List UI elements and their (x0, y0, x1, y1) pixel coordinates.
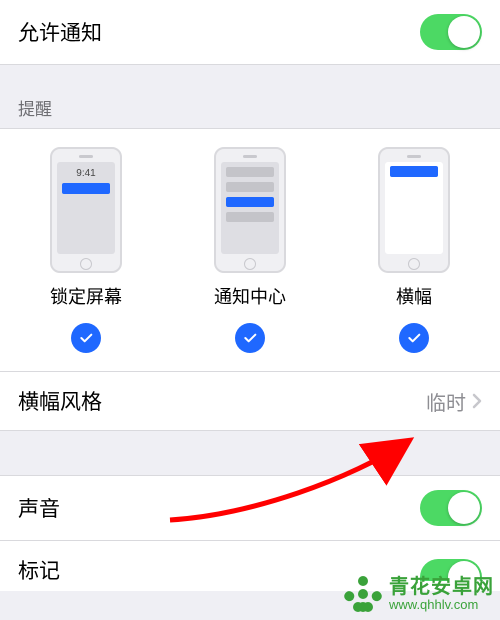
allow-notifications-label: 允许通知 (18, 17, 102, 47)
sound-label: 声音 (18, 493, 60, 523)
banner-style-value-wrap: 临时 (426, 387, 482, 416)
alert-style-lockscreen[interactable]: 9:41 锁定屏幕 (11, 147, 161, 353)
banner-preview-icon (378, 147, 450, 273)
sound-row: 声音 (0, 475, 500, 541)
checkmark-icon (71, 323, 101, 353)
sound-toggle[interactable] (420, 490, 482, 526)
toggle-knob (448, 492, 480, 524)
toggle-knob (448, 561, 480, 581)
alert-style-notification-center[interactable]: 通知中心 (175, 147, 325, 353)
banner-style-row[interactable]: 横幅风格 临时 (0, 371, 500, 431)
alerts-section-header: 提醒 (0, 65, 500, 128)
allow-notifications-toggle[interactable] (420, 14, 482, 50)
alert-style-banner[interactable]: 横幅 (339, 147, 489, 353)
alert-styles-card: 9:41 锁定屏幕 通知中心 (0, 128, 500, 372)
alert-styles-grid: 9:41 锁定屏幕 通知中心 (0, 129, 500, 371)
badge-toggle[interactable] (420, 559, 482, 581)
toggle-knob (448, 16, 480, 48)
notification-center-preview-icon (214, 147, 286, 273)
banner-style-label: 横幅风格 (18, 386, 102, 416)
lockscreen-preview-icon: 9:41 (50, 147, 122, 273)
watermark-url: www.qhhlv.com (389, 598, 494, 612)
alert-style-label: 横幅 (396, 283, 432, 309)
checkmark-icon (399, 323, 429, 353)
chevron-right-icon (472, 393, 482, 409)
badge-label: 标记 (18, 555, 60, 585)
allow-notifications-row: 允许通知 (0, 0, 500, 65)
checkmark-icon (235, 323, 265, 353)
lockscreen-time: 9:41 (76, 168, 95, 179)
alert-style-label: 通知中心 (214, 283, 286, 309)
badge-row: 标记 (0, 541, 500, 591)
banner-style-value: 临时 (426, 387, 466, 416)
alert-style-label: 锁定屏幕 (50, 283, 122, 309)
